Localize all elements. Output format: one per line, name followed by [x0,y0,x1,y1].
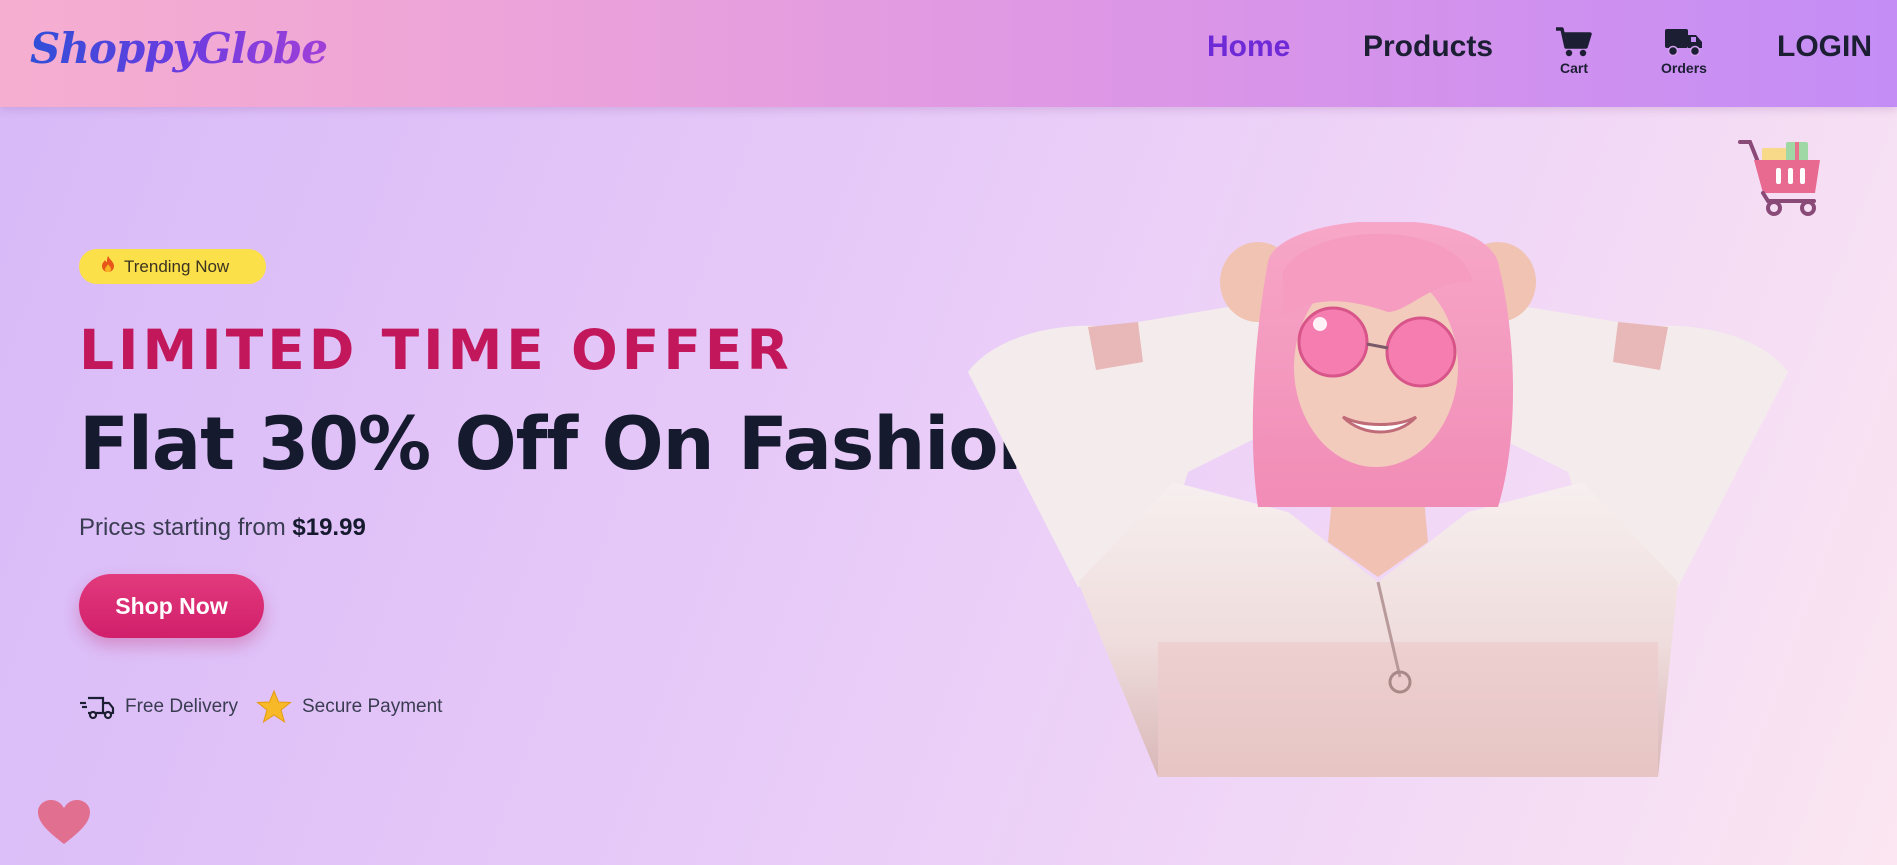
shopping-cart-icon [1556,27,1592,57]
feature-list: Free Delivery Secure Payment [79,690,442,724]
login-link[interactable]: LOGIN [1777,30,1872,64]
delivery-truck-icon [80,696,115,720]
feature-label: Secure Payment [301,696,443,717]
feature-free-delivery: Free Delivery [79,694,238,720]
nav-cart-button[interactable]: Cart [1553,26,1595,76]
feature-label: Free Delivery [125,696,238,717]
heart-icon [38,800,90,844]
star-icon [256,690,292,724]
top-navbar: ShoppyGlobe Home Products Cart Orders LO… [0,0,1897,107]
price-value: $19.99 [292,514,366,541]
hero-headline: Flat 30% Off On Fashion [79,402,1049,487]
price-prefix: Prices starting from [79,514,293,541]
nav-orders-button[interactable]: Orders [1658,26,1710,76]
feature-secure-payment: Secure Payment [256,690,442,724]
nav-products-link[interactable]: Products [1363,30,1493,64]
delivery-truck-icon [1665,29,1702,57]
nav-home-link[interactable]: Home [1207,30,1290,64]
nav-cart-label: Cart [1559,60,1588,76]
fire-icon [101,255,115,278]
offer-title: LIMITED TIME OFFER [79,318,793,382]
trending-badge-label: Trending Now [124,256,230,276]
nav-orders-label: Orders [1661,60,1707,76]
trending-badge: Trending Now [79,249,266,284]
shopping-cart-illustration-icon [1738,140,1820,216]
hero-model-image [968,222,1788,777]
price-line: Prices starting from $19.99 [79,514,366,542]
shop-now-button[interactable]: Shop Now [79,574,264,638]
brand-logo[interactable]: ShoppyGlobe [30,24,328,73]
